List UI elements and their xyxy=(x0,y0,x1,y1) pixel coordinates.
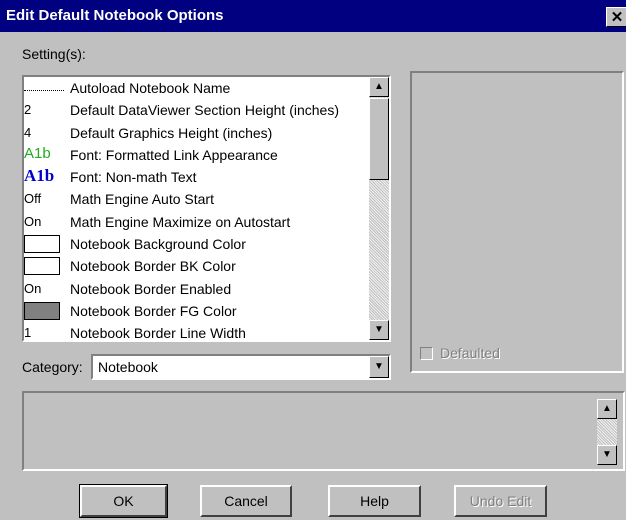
help-button[interactable]: Help xyxy=(328,485,421,517)
setting-name: Font: Non-math Text xyxy=(70,169,197,186)
settings-row[interactable]: A1b Font: Formatted Link Appearance xyxy=(24,144,369,166)
description-box: ▲ ▼ xyxy=(22,391,625,471)
settings-row[interactable]: 4 Default Graphics Height (inches) xyxy=(24,122,369,144)
setting-value: 1 xyxy=(24,325,32,341)
setting-name: Font: Formatted Link Appearance xyxy=(70,146,278,163)
setting-name: Notebook Border BK Color xyxy=(70,258,236,275)
setting-value: A1b xyxy=(24,144,51,162)
settings-row[interactable]: A1b Font: Non-math Text xyxy=(24,166,369,188)
setting-value: On xyxy=(24,213,42,229)
settings-row[interactable]: On Notebook Border Enabled xyxy=(24,278,369,300)
close-button[interactable]: ✕ xyxy=(606,7,626,27)
category-dropdown[interactable]: Notebook ▼ xyxy=(91,354,391,380)
color-swatch xyxy=(24,235,60,254)
settings-row[interactable]: 2 Default DataViewer Section Height (inch… xyxy=(24,99,369,121)
settings-scrollbar[interactable]: ▲ ▼ xyxy=(369,77,389,340)
setting-value: 2 xyxy=(24,102,32,118)
preview-panel xyxy=(410,71,624,373)
settings-row[interactable]: Notebook Background Color xyxy=(24,233,369,255)
settings-row[interactable]: Notebook Border BK Color xyxy=(24,255,369,277)
title-bar: Edit Default Notebook Options ✕ xyxy=(0,0,626,32)
setting-value: A1b xyxy=(24,166,55,186)
settings-row[interactable]: On Math Engine Maximize on Autostart xyxy=(24,211,369,233)
scroll-down-button[interactable]: ▼ xyxy=(369,320,389,340)
scroll-thumb[interactable] xyxy=(369,98,389,180)
color-swatch xyxy=(24,257,60,276)
description-scrollbar[interactable]: ▲ ▼ xyxy=(597,399,617,465)
setting-value xyxy=(24,90,64,91)
category-label: Category: xyxy=(22,359,83,375)
setting-name: Notebook Border Enabled xyxy=(70,280,232,297)
chevron-down-icon[interactable]: ▼ xyxy=(369,356,389,378)
settings-rows: Autoload Notebook Name 2 Default DataViewe… xyxy=(24,77,369,342)
setting-name: Notebook Background Color xyxy=(70,236,246,253)
settings-row[interactable]: 1 Notebook Border Line Width xyxy=(24,322,369,342)
settings-label: Setting(s): xyxy=(22,46,86,62)
settings-row[interactable]: Off Math Engine Auto Start xyxy=(24,188,369,210)
scroll-up-button[interactable]: ▲ xyxy=(369,77,389,97)
setting-value: On xyxy=(24,280,42,296)
cancel-button[interactable]: Cancel xyxy=(200,485,292,517)
undo-edit-button: Undo Edit xyxy=(454,485,547,517)
setting-name: Notebook Border FG Color xyxy=(70,302,237,319)
desc-scroll-up-button[interactable]: ▲ xyxy=(597,399,617,419)
settings-row[interactable]: Notebook Border FG Color xyxy=(24,300,369,322)
setting-value: 4 xyxy=(24,124,32,140)
setting-name: Default Graphics Height (inches) xyxy=(70,124,273,141)
setting-name: Autoload Notebook Name xyxy=(70,80,231,96)
setting-name: Default DataViewer Section Height (inche… xyxy=(70,102,339,119)
color-swatch xyxy=(24,301,60,320)
settings-row[interactable]: Autoload Notebook Name xyxy=(24,77,369,99)
setting-value: Off xyxy=(24,191,42,207)
setting-name: Math Engine Maximize on Autostart xyxy=(70,213,291,230)
defaulted-label: Defaulted xyxy=(440,345,500,361)
setting-name: Notebook Border Line Width xyxy=(70,325,246,342)
category-value: Notebook xyxy=(98,359,158,375)
desc-scroll-down-button[interactable]: ▼ xyxy=(597,445,617,465)
window-title: Edit Default Notebook Options xyxy=(6,7,224,24)
defaulted-checkbox[interactable] xyxy=(420,347,433,360)
ok-button[interactable]: OK xyxy=(79,484,168,518)
settings-listbox[interactable]: Autoload Notebook Name 2 Default DataViewe… xyxy=(22,75,391,342)
setting-name: Math Engine Auto Start xyxy=(70,191,214,208)
